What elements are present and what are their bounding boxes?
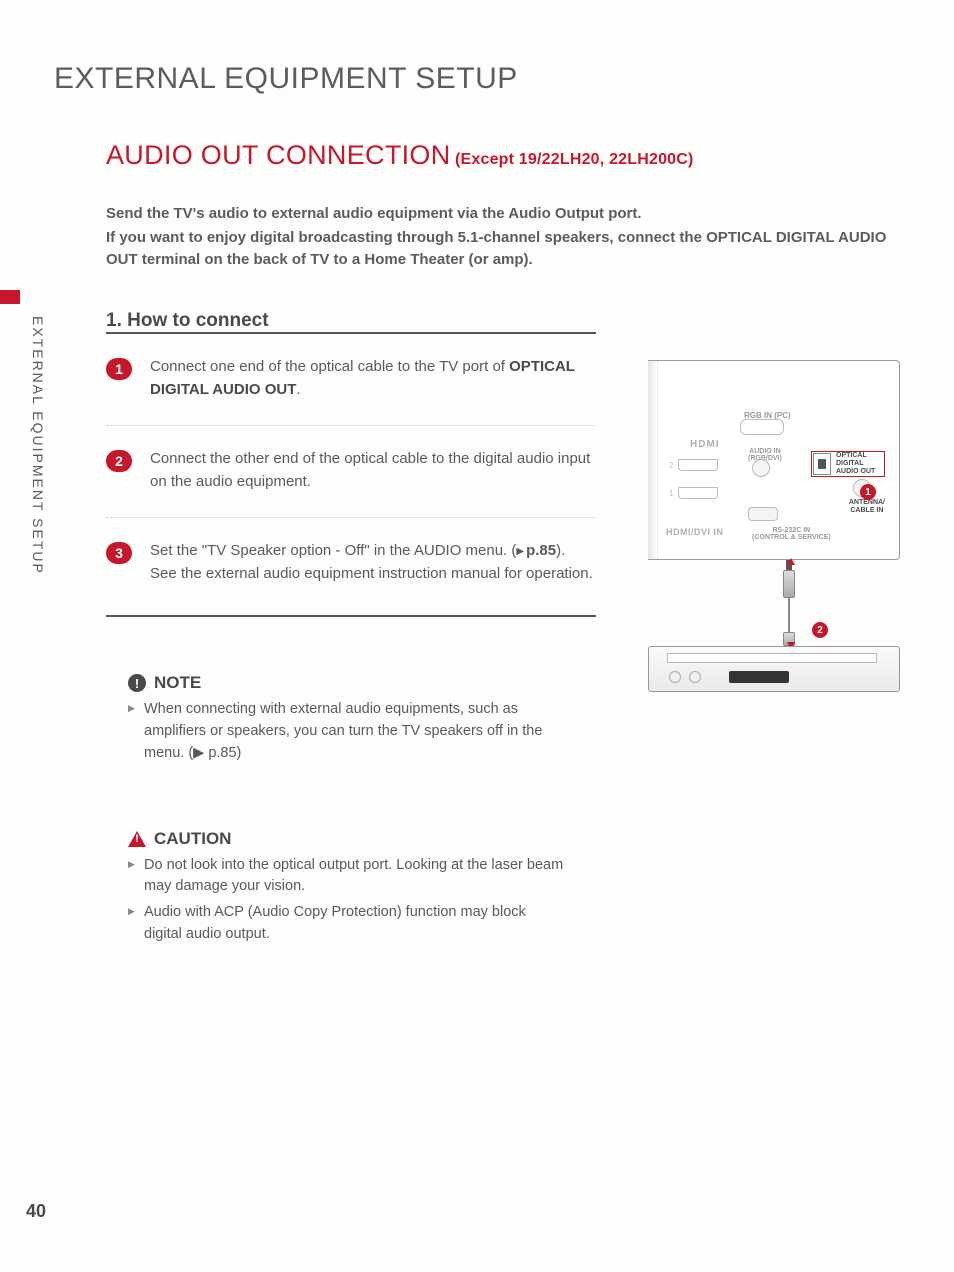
steps-list: 1 Connect one end of the optical cable t…: [106, 356, 596, 617]
step-badge-2: 2: [106, 450, 132, 472]
caution-list: Do not look into the optical output port…: [128, 855, 566, 946]
page-content: EXTERNAL EQUIPMENT SETUP AUDIO OUT CONNE…: [0, 0, 954, 970]
intro-line-1: Send the TV's audio to external audio eq…: [106, 203, 900, 225]
antenna-label: ANTENNA/ CABLE IN: [849, 499, 885, 514]
cable-line: [788, 598, 790, 632]
step-2: 2 Connect the other end of the optical c…: [106, 448, 596, 518]
hdmi-port-1: 1: [678, 487, 718, 499]
note-title-row: ! NOTE: [128, 673, 566, 693]
amp-knob-1: [669, 671, 681, 683]
note-callout: ! NOTE When connecting with external aud…: [106, 661, 566, 788]
subsection-title-note: (Except 19/22LH20, 22LH200C): [455, 151, 694, 168]
optical-out-box: OPTICAL DIGITAL AUDIO OUT: [811, 451, 885, 477]
diagram-badge-2: 2: [812, 622, 828, 638]
section-title: EXTERNAL EQUIPMENT SETUP: [54, 62, 900, 96]
subsection-title-row: AUDIO OUT CONNECTION (Except 19/22LH20, …: [106, 140, 900, 171]
hdmi-1-num: 1: [669, 489, 673, 498]
step-3: 3 Set the "TV Speaker option - Off" in t…: [106, 540, 596, 617]
amplifier-device: [648, 646, 900, 692]
step-1-text: Connect one end of the optical cable to …: [150, 356, 596, 401]
rs232-port: [748, 507, 778, 521]
optical-cable: [784, 560, 794, 646]
page-number: 40: [26, 1201, 46, 1222]
amp-knob-2: [689, 671, 701, 683]
how-to-connect-heading: 1. How to connect: [106, 310, 900, 332]
step-1-post: .: [296, 381, 300, 398]
connection-diagram: RGB IN (PC) HDMI 2 1 HDMI/DVI IN AUDIO I…: [648, 360, 900, 700]
panel-shade: [648, 361, 658, 559]
audio-in-port: [752, 459, 770, 477]
step-badge-1: 1: [106, 358, 132, 380]
red-arrow-up-icon: [787, 558, 795, 565]
note-item-1: When connecting with external audio equi…: [128, 699, 566, 764]
step-2-text: Connect the other end of the optical cab…: [150, 448, 596, 493]
step-3-text: Set the "TV Speaker option - Off" in the…: [150, 540, 596, 585]
note-icon: !: [128, 674, 146, 692]
vga-port: [740, 419, 784, 435]
caution-item-2: Audio with ACP (Audio Copy Protection) f…: [128, 902, 566, 946]
caution-icon: [128, 831, 146, 847]
cable-plug-top: [783, 570, 795, 598]
tv-back-panel: RGB IN (PC) HDMI 2 1 HDMI/DVI IN AUDIO I…: [648, 360, 900, 560]
divider: [106, 332, 596, 334]
step-1-pre: Connect one end of the optical cable to …: [150, 358, 509, 375]
rs232-label: RS-232C IN (CONTROL & SERVICE): [752, 527, 831, 541]
note-title: NOTE: [154, 673, 201, 693]
caution-callout: CAUTION Do not look into the optical out…: [106, 817, 566, 970]
caution-title: CAUTION: [154, 829, 231, 849]
diagram-badge-1: 1: [860, 484, 876, 500]
step-3-ref: p.85: [526, 542, 556, 559]
step-1: 1 Connect one end of the optical cable t…: [106, 356, 596, 426]
step-badge-3: 3: [106, 542, 132, 564]
triangle-icon: ▶: [516, 546, 524, 557]
hdmi-label: HDMI: [690, 439, 720, 450]
step-2-pre: Connect the other end of the optical cab…: [150, 450, 590, 490]
amp-disc-slot: [667, 653, 877, 663]
hdmi-port-2: 2: [678, 459, 718, 471]
caution-item-1: Do not look into the optical output port…: [128, 855, 566, 899]
intro-text: Send the TV's audio to external audio eq…: [106, 203, 900, 270]
hdmi-2-num: 2: [669, 461, 673, 470]
hdmi-dvi-label: HDMI/DVI IN: [666, 527, 724, 537]
subsection-title: AUDIO OUT CONNECTION: [106, 140, 451, 170]
amp-display: [729, 671, 789, 683]
intro-line-2: If you want to enjoy digital broadcastin…: [106, 227, 900, 271]
note-list: When connecting with external audio equi…: [128, 699, 566, 764]
step-3-pre: Set the "TV Speaker option - Off" in the…: [150, 542, 516, 559]
caution-title-row: CAUTION: [128, 829, 566, 849]
